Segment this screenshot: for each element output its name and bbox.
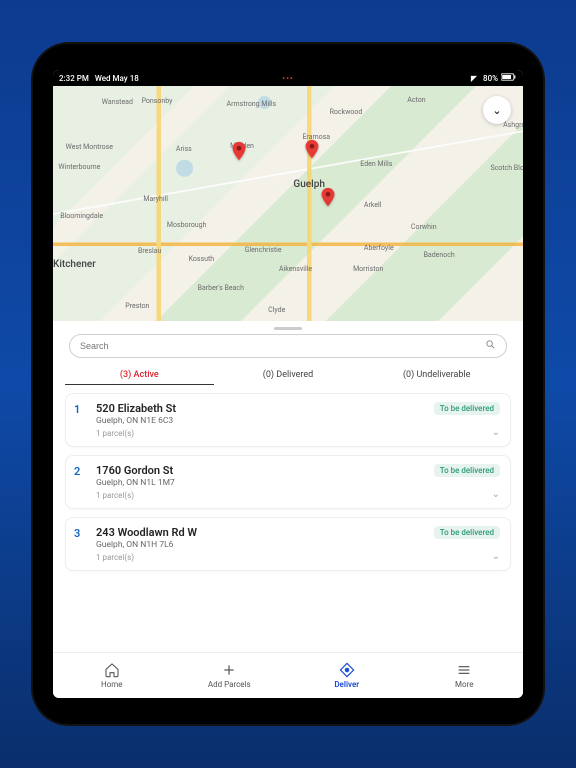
chevron-down-icon: ⌄ bbox=[492, 489, 500, 500]
nav-label: Deliver bbox=[334, 680, 359, 689]
map-place-label: Scotch Block bbox=[490, 164, 523, 172]
map-place-label: Aberfoyle bbox=[364, 244, 394, 252]
nav-label: Add Parcels bbox=[208, 680, 251, 689]
status-time: 2:32 PM bbox=[59, 74, 89, 83]
more-icon bbox=[456, 662, 472, 678]
map-pin[interactable] bbox=[317, 186, 339, 208]
map-place-label: Eden Mills bbox=[360, 160, 392, 168]
nav-more[interactable]: More bbox=[406, 653, 524, 698]
map-place-label: Aikensville bbox=[279, 265, 312, 273]
panel-drag-handle[interactable] bbox=[274, 327, 302, 330]
status-recording-dots: ••• bbox=[282, 74, 293, 83]
map-pin[interactable] bbox=[301, 138, 323, 160]
map-place-label: Ariss bbox=[176, 145, 192, 153]
delivery-city: Guelph, ON N1L 1M7 bbox=[96, 478, 420, 488]
map-place-label: Kossuth bbox=[189, 255, 215, 263]
delivery-list: 1 520 Elizabeth StGuelph, ON N1E 6C3 1 par… bbox=[53, 385, 523, 652]
delivery-tabs: (3) Active(0) Delivered(0) Undeliverable bbox=[53, 364, 523, 385]
delivery-city: Guelph, ON N1H 7L6 bbox=[96, 540, 420, 550]
screen: 2:32 PM Wed May 18 ••• ◤ 80% ⌄ Wanstead P… bbox=[53, 70, 523, 698]
status-badge: To be delivered bbox=[434, 402, 500, 415]
map-pin[interactable] bbox=[228, 140, 250, 162]
map-place-label: Wanstead bbox=[102, 98, 133, 106]
delivery-address: 243 Woodlawn Rd W bbox=[96, 526, 420, 539]
tab-delivered[interactable]: (0) Delivered bbox=[214, 364, 363, 385]
map-place-label: Winterbourne bbox=[58, 163, 100, 171]
delivery-address: 1760 Gordon St bbox=[96, 464, 420, 477]
status-badge: To be delivered bbox=[434, 464, 500, 477]
map-place-label: Ashgrove bbox=[503, 121, 523, 129]
search-field[interactable] bbox=[69, 334, 507, 358]
map-place-label: Acton bbox=[407, 96, 425, 104]
deliver-icon bbox=[339, 662, 355, 678]
nav-plus[interactable]: Add Parcels bbox=[171, 653, 289, 698]
delivery-index: 1 bbox=[74, 402, 88, 438]
map-place-label: Badenoch bbox=[424, 251, 455, 259]
location-icon: ◤ bbox=[471, 74, 477, 83]
tab-undeliverable[interactable]: (0) Undeliverable bbox=[362, 364, 511, 385]
delivery-panel: (3) Active(0) Delivered(0) Undeliverable… bbox=[53, 321, 523, 652]
map-place-label: Glenchristie bbox=[245, 246, 282, 254]
delivery-index: 3 bbox=[74, 526, 88, 562]
tab-active[interactable]: (3) Active bbox=[65, 364, 214, 385]
map-place-label: Corwhin bbox=[411, 223, 437, 231]
map-place-label: West Montrose bbox=[66, 143, 113, 151]
map-place-label: Rockwood bbox=[330, 108, 363, 116]
status-bar: 2:32 PM Wed May 18 ••• ◤ 80% bbox=[53, 70, 523, 86]
home-icon bbox=[104, 662, 120, 678]
search-input[interactable] bbox=[80, 341, 485, 351]
nav-home[interactable]: Home bbox=[53, 653, 171, 698]
map-place-label: Morriston bbox=[353, 265, 383, 273]
map-place-label: Preston bbox=[125, 302, 149, 310]
map-place-label: Mosborough bbox=[167, 221, 207, 229]
nav-label: More bbox=[455, 680, 473, 689]
search-icon bbox=[485, 339, 496, 353]
bottom-nav: Home Add Parcels Deliver More bbox=[53, 652, 523, 698]
tablet-frame: 2:32 PM Wed May 18 ••• ◤ 80% ⌄ Wanstead P… bbox=[33, 44, 543, 724]
plus-icon bbox=[221, 662, 237, 678]
map-place-label: Barber's Beach bbox=[198, 284, 244, 292]
delivery-city: Guelph, ON N1E 6C3 bbox=[96, 416, 420, 426]
status-date: Wed May 18 bbox=[95, 74, 139, 83]
delivery-index: 2 bbox=[74, 464, 88, 500]
map-place-label: Arkell bbox=[364, 201, 382, 209]
map[interactable]: ⌄ Wanstead Ponsonby Armstrong Mills Rockwoo… bbox=[53, 86, 523, 321]
battery-label: 80% bbox=[483, 74, 498, 83]
map-place-label: Maryhill bbox=[143, 195, 168, 203]
map-place-label: Clyde bbox=[268, 306, 285, 314]
nav-deliver[interactable]: Deliver bbox=[288, 653, 406, 698]
delivery-parcel-count: 1 parcel(s) bbox=[96, 429, 420, 438]
delivery-card[interactable]: 3 243 Woodlawn Rd WGuelph, ON N1H 7L6 1 pa… bbox=[65, 517, 511, 571]
status-badge: To be delivered bbox=[434, 526, 500, 539]
chevron-down-icon: ⌄ bbox=[492, 104, 501, 117]
chevron-down-icon: ⌄ bbox=[492, 551, 500, 562]
map-place-label: Bloomingdale bbox=[60, 212, 103, 220]
delivery-card[interactable]: 2 1760 Gordon StGuelph, ON N1L 1M7 1 parce… bbox=[65, 455, 511, 509]
map-place-label: Ponsonby bbox=[142, 97, 173, 105]
map-place-label: Armstrong Mills bbox=[227, 100, 277, 108]
delivery-address: 520 Elizabeth St bbox=[96, 402, 420, 415]
map-place-label: Kitchener bbox=[53, 259, 96, 270]
battery-icon bbox=[501, 73, 517, 83]
map-place-label: Breslau bbox=[138, 247, 161, 255]
delivery-parcel-count: 1 parcel(s) bbox=[96, 491, 420, 500]
chevron-down-icon: ⌄ bbox=[492, 427, 500, 438]
delivery-card[interactable]: 1 520 Elizabeth StGuelph, ON N1E 6C3 1 par… bbox=[65, 393, 511, 447]
nav-label: Home bbox=[101, 680, 123, 689]
delivery-parcel-count: 1 parcel(s) bbox=[96, 553, 420, 562]
